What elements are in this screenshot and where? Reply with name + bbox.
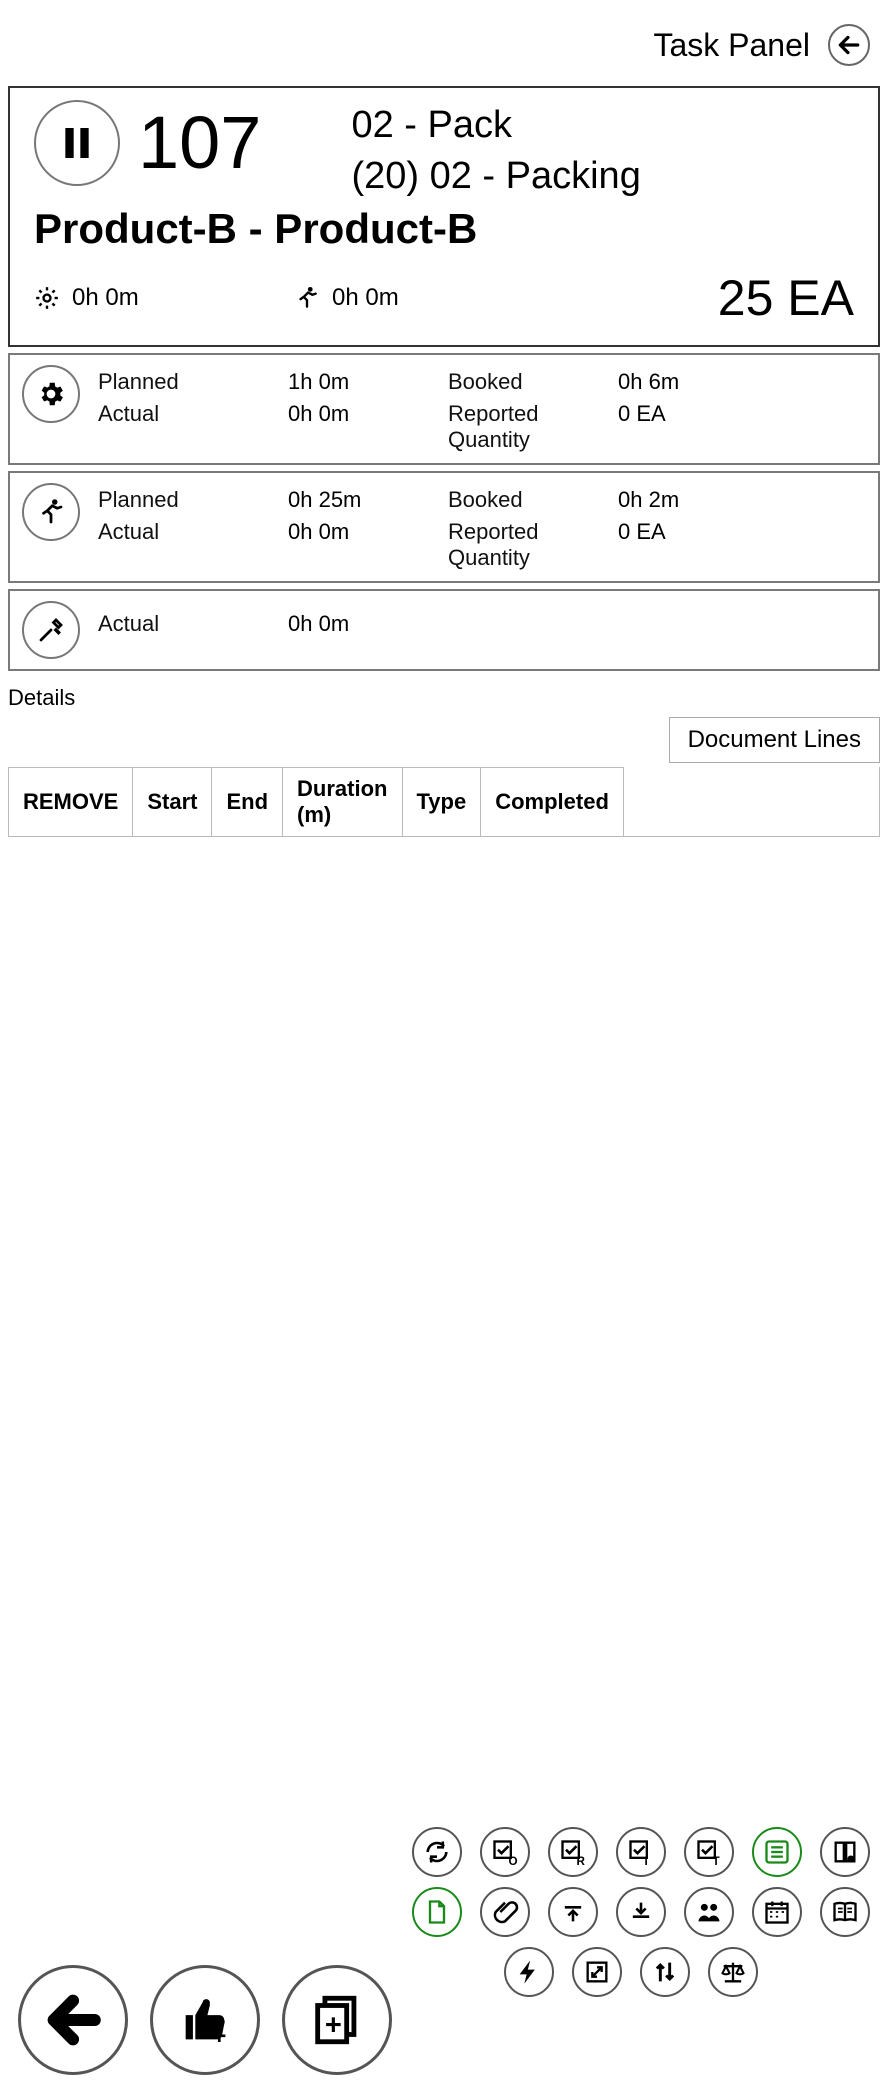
book-icon	[831, 1838, 859, 1866]
planned-label: Planned	[98, 369, 288, 395]
quantity: 25 EA	[718, 269, 854, 327]
list-button[interactable]	[752, 1827, 802, 1877]
task-id: 107	[138, 106, 261, 180]
calendar-button[interactable]	[752, 1887, 802, 1937]
reported-qty-value: 0 EA	[618, 401, 758, 453]
booked-label: Booked	[448, 369, 618, 395]
actual-value: 0h 0m	[288, 519, 448, 571]
document-icon	[423, 1898, 451, 1926]
attach-button[interactable]	[480, 1887, 530, 1937]
download-icon	[627, 1898, 655, 1926]
document-lines-button[interactable]: Document Lines	[669, 717, 880, 763]
manual-button[interactable]	[820, 1887, 870, 1937]
actual-label: Actual	[98, 401, 288, 453]
people-button[interactable]	[684, 1887, 734, 1937]
col-completed[interactable]: Completed	[481, 767, 624, 836]
labor-section[interactable]: Planned 0h 25m Booked 0h 2m Actual 0h 0m…	[8, 471, 880, 583]
planned-label: Planned	[98, 487, 288, 513]
labor-time: 0h 0m	[332, 284, 399, 312]
tools-icon	[36, 615, 66, 645]
checklist-icon: O	[491, 1838, 519, 1866]
col-start[interactable]: Start	[133, 767, 212, 836]
reported-qty-label: Reported Quantity	[448, 401, 618, 453]
booked-label: Booked	[448, 487, 618, 513]
gear-icon	[34, 285, 60, 311]
actual-label: Actual	[98, 519, 288, 571]
svg-text:O: O	[509, 1855, 518, 1866]
actual-value: 0h 0m	[288, 611, 448, 637]
setup-section[interactable]: Planned 1h 0m Booked 0h 6m Actual 0h 0m …	[8, 353, 880, 465]
operation-step: (20) 02 - Packing	[351, 151, 640, 202]
upload-icon	[559, 1898, 587, 1926]
details-table: REMOVE Start End Duration (m) Type Compl…	[8, 767, 880, 837]
svg-text:T: T	[713, 1855, 720, 1866]
approve-button[interactable]	[150, 1965, 260, 2075]
page-title: Task Panel	[653, 27, 810, 64]
thumbs-up-icon	[176, 1991, 234, 2049]
runner-icon	[36, 497, 66, 527]
setup-time: 0h 0m	[72, 284, 139, 312]
pause-button[interactable]	[34, 100, 120, 186]
col-remove[interactable]: REMOVE	[9, 767, 133, 836]
back-button[interactable]	[828, 24, 870, 66]
check-i-button[interactable]: I	[616, 1827, 666, 1877]
col-duration[interactable]: Duration (m)	[283, 767, 402, 836]
task-summary-panel: 107 02 - Pack (20) 02 - Packing Product-…	[8, 86, 880, 347]
tooling-section[interactable]: Actual 0h 0m	[8, 589, 880, 671]
new-doc-button[interactable]	[412, 1887, 462, 1937]
upload-button[interactable]	[548, 1887, 598, 1937]
check-t-button[interactable]: T	[684, 1827, 734, 1877]
runner-icon	[294, 285, 320, 311]
svg-text:R: R	[577, 1855, 586, 1866]
check-r-button[interactable]: R	[548, 1827, 598, 1877]
documents-icon	[308, 1991, 366, 2049]
refresh-button[interactable]	[412, 1827, 462, 1877]
checklist-icon: I	[627, 1838, 655, 1866]
open-book-icon	[831, 1898, 859, 1926]
paperclip-icon	[491, 1898, 519, 1926]
refresh-icon	[423, 1838, 451, 1866]
check-o-button[interactable]: O	[480, 1827, 530, 1877]
details-label: Details	[8, 685, 880, 711]
reported-qty-label: Reported Quantity	[448, 519, 618, 571]
booked-value: 0h 6m	[618, 369, 758, 395]
list-icon	[763, 1838, 791, 1866]
actual-value: 0h 0m	[288, 401, 448, 453]
arrow-left-icon	[44, 1991, 102, 2049]
planned-value: 0h 25m	[288, 487, 448, 513]
calendar-icon	[763, 1898, 791, 1926]
col-type[interactable]: Type	[402, 767, 481, 836]
add-doc-button[interactable]	[282, 1965, 392, 2075]
checklist-icon: R	[559, 1838, 587, 1866]
nav-back-button[interactable]	[18, 1965, 128, 2075]
reported-qty-value: 0 EA	[618, 519, 758, 571]
checklist-icon: T	[695, 1838, 723, 1866]
arrow-left-icon	[836, 32, 862, 58]
people-icon	[695, 1898, 723, 1926]
gear-icon	[36, 379, 66, 409]
col-end[interactable]: End	[212, 767, 283, 836]
book-button[interactable]	[820, 1827, 870, 1877]
pause-icon	[57, 123, 97, 163]
product-name: Product-B - Product-B	[34, 205, 854, 253]
svg-text:I: I	[645, 1855, 648, 1866]
operation-name: 02 - Pack	[351, 100, 640, 151]
planned-value: 1h 0m	[288, 369, 448, 395]
actual-label: Actual	[98, 611, 288, 637]
download-button[interactable]	[616, 1887, 666, 1937]
booked-value: 0h 2m	[618, 487, 758, 513]
